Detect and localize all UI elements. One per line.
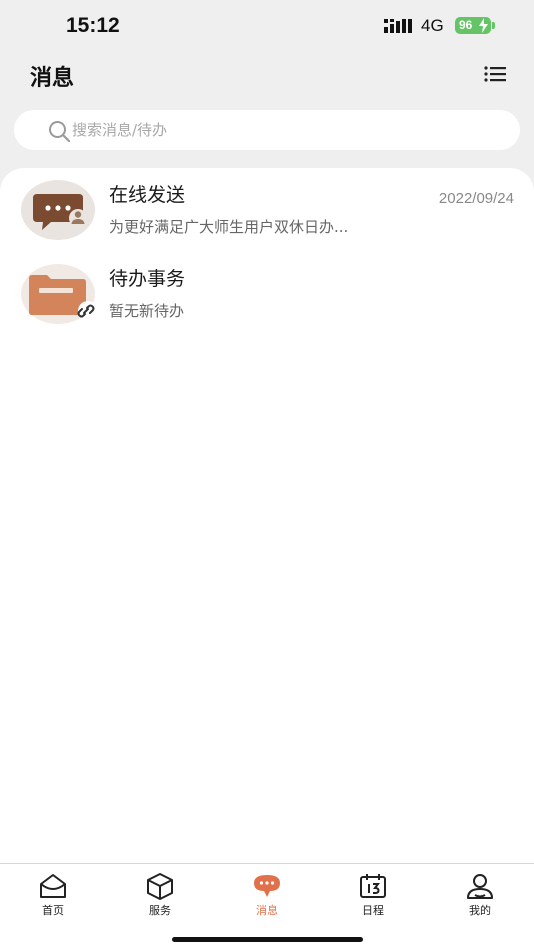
message-list: 在线发送 2022/09/24 为更好满足广大师生用户双休日办... 待办事务 … — [0, 168, 534, 864]
list-icon[interactable] — [484, 64, 506, 84]
tab-messages[interactable]: 消息 — [227, 870, 307, 922]
avatar — [21, 180, 95, 240]
tab-services[interactable]: 服务 — [120, 870, 200, 922]
search-icon — [49, 121, 70, 142]
chat-bubble-icon — [33, 194, 87, 230]
tab-label: 服务 — [149, 904, 171, 917]
avatar — [21, 264, 95, 324]
network-type: 4G — [421, 16, 444, 35]
message-date: 2022/09/24 — [438, 190, 514, 207]
tab-mine[interactable]: 我的 — [440, 870, 520, 922]
message-preview: 为更好满足广大师生用户双休日办... — [109, 218, 349, 236]
message-title: 在线发送 — [109, 184, 186, 206]
message-title: 待办事务 — [109, 268, 186, 290]
tab-label: 我的 — [469, 904, 491, 917]
tab-label: 消息 — [256, 904, 278, 917]
message-item-online-send[interactable]: 在线发送 2022/09/24 为更好满足广大师生用户双休日办... — [0, 176, 534, 256]
status-time: 15:12 — [66, 14, 120, 37]
cube-icon — [147, 873, 173, 900]
tab-label: 日程 — [362, 904, 384, 917]
tab-label: 首页 — [42, 904, 64, 917]
battery-level: 96 — [459, 18, 473, 32]
tab-home[interactable]: 首页 — [13, 870, 93, 922]
message-item-todo[interactable]: 待办事务 暂无新待办 — [0, 260, 534, 340]
message-preview: 暂无新待办 — [109, 302, 185, 320]
folder-icon — [29, 275, 95, 321]
status-bar: 15:12 4G 96 — [0, 0, 534, 52]
home-icon — [40, 874, 66, 898]
user-icon — [467, 874, 493, 899]
charging-bolt-icon — [479, 18, 488, 33]
home-indicator — [172, 937, 363, 942]
battery-tip — [492, 22, 495, 29]
search-bar[interactable] — [14, 110, 520, 150]
search-input[interactable] — [72, 116, 492, 144]
tab-schedule[interactable]: 日程 — [333, 870, 413, 922]
page-title: 消息 — [30, 66, 75, 91]
battery-icon: 96 — [455, 17, 491, 34]
signal-icon — [384, 19, 412, 33]
calendar-icon — [360, 874, 386, 898]
message-icon — [254, 875, 280, 897]
